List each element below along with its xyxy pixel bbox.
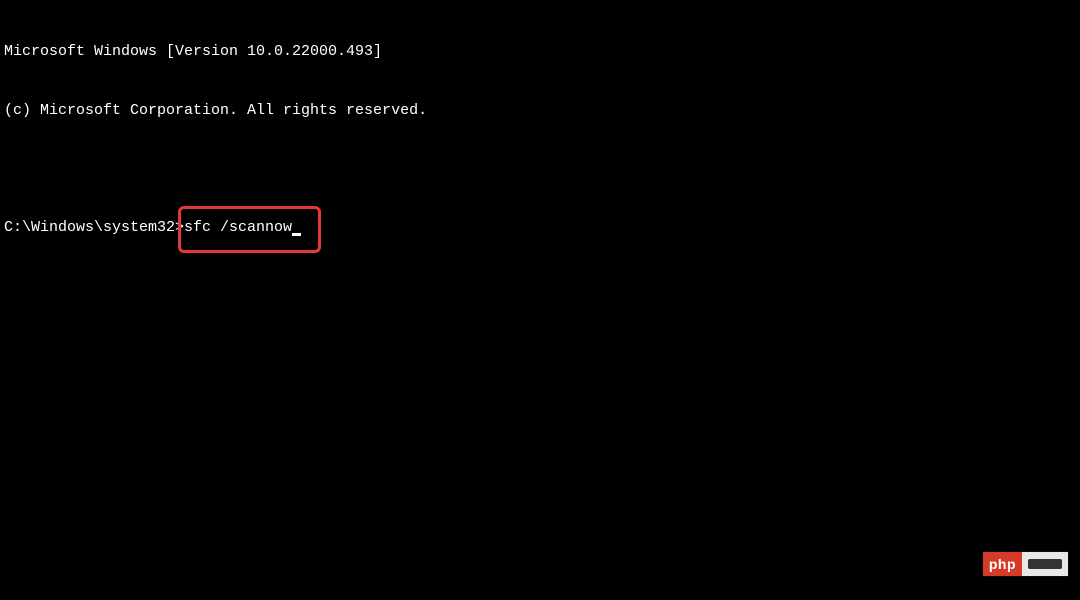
terminal-prompt: C:\Windows\system32> <box>4 218 184 238</box>
cursor-icon <box>292 233 301 236</box>
command-prompt-terminal[interactable]: Microsoft Windows [Version 10.0.22000.49… <box>0 0 1080 260</box>
watermark-badge: php <box>983 552 1068 576</box>
watermark-left-label: php <box>983 552 1022 576</box>
watermark-right-segment <box>1022 552 1068 576</box>
terminal-prompt-line[interactable]: C:\Windows\system32>sfc /scannow <box>4 218 1076 238</box>
terminal-header-version: Microsoft Windows [Version 10.0.22000.49… <box>4 42 1076 62</box>
terminal-header-copyright: (c) Microsoft Corporation. All rights re… <box>4 101 1076 121</box>
terminal-command-input[interactable]: sfc /scannow <box>184 219 292 236</box>
terminal-blank-line <box>4 159 1076 179</box>
